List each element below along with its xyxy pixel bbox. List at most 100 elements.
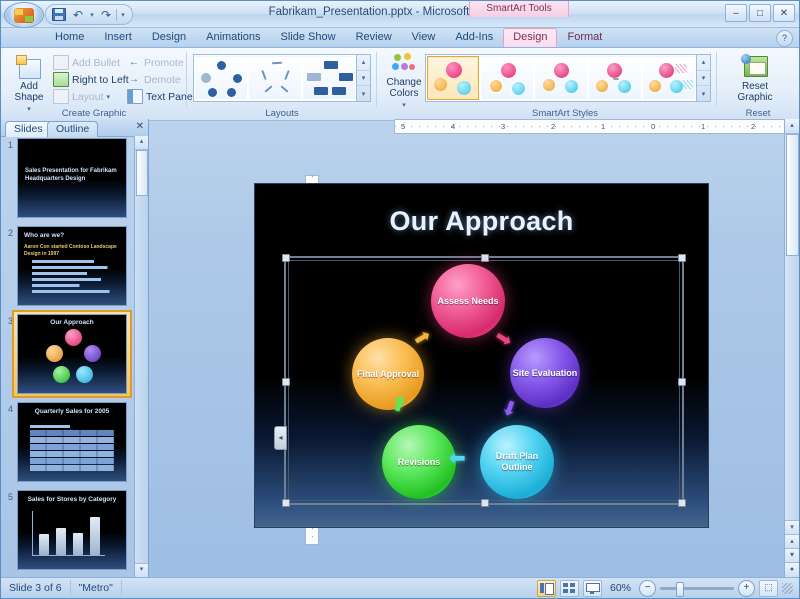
resize-handle-se[interactable] [678, 499, 686, 507]
minimize-button[interactable]: – [725, 4, 747, 22]
scroll-up-button[interactable]: ▴ [785, 119, 799, 134]
add-shape-button[interactable]: Add Shape ▾ [7, 52, 51, 113]
slide-vertical-scrollbar[interactable]: ▴ ▾ ▴ ▾ ● [784, 119, 799, 577]
resize-handle-ne[interactable] [678, 254, 686, 262]
styles-scroll-down[interactable]: ▾ [697, 71, 710, 87]
promote-button[interactable]: ← Promote [127, 54, 189, 71]
normal-view-button[interactable] [536, 579, 556, 597]
styles-more-button[interactable]: ▾ [697, 86, 710, 101]
resize-handle-nw[interactable] [282, 254, 290, 262]
thumb-canvas[interactable]: Sales for Stores by Category [17, 490, 127, 570]
slide-edit-area: 5 4 3 2 1 0 1 2 3 4 3 2 1 0 1 2 3 [150, 119, 799, 577]
thumbnail-scroll-thumb[interactable] [136, 150, 148, 196]
zoom-slider[interactable] [660, 581, 734, 597]
tab-slides[interactable]: Slides [5, 121, 52, 137]
select-browse-object-button[interactable]: ● [785, 562, 799, 577]
demote-button[interactable]: → Demote [127, 71, 189, 88]
tab-add-ins[interactable]: Add-Ins [445, 28, 503, 47]
smartart-node-draft-plan-outline[interactable]: Draft Plan Outline [480, 425, 554, 499]
layout-thumb-segmented-cycle[interactable] [249, 56, 301, 100]
slide-thumbnail-4[interactable]: 4 Quarterly Sales for 2005 [1, 400, 148, 488]
layouts-scroll-down[interactable]: ▾ [357, 71, 370, 87]
tab-insert[interactable]: Insert [94, 28, 142, 47]
tab-home[interactable]: Home [45, 28, 94, 47]
right-to-left-button[interactable]: Right to Left [53, 71, 129, 88]
thumb-canvas[interactable]: Sales Presentation for Fabrikam Headquar… [17, 138, 127, 218]
tab-review[interactable]: Review [346, 28, 402, 47]
tab-view[interactable]: View [402, 28, 446, 47]
resize-handle-s[interactable] [481, 499, 489, 507]
text-pane-button[interactable]: Text Pane [127, 88, 193, 105]
layouts-scroll-up[interactable]: ▴ [357, 55, 370, 71]
thumb-canvas[interactable]: Who are we? Aaron Con started Contoso La… [17, 226, 127, 306]
layout-button[interactable]: Layout ▾ [53, 88, 125, 105]
zoom-in-button[interactable]: + [738, 579, 755, 597]
slide-sorter-view-button[interactable] [559, 579, 579, 597]
zoom-level[interactable]: 60% [606, 580, 635, 596]
layouts-gallery[interactable]: ▴ ▾ ▾ [193, 54, 371, 102]
thumbnail-scroll-down[interactable]: ▾ [135, 563, 148, 577]
layout-thumb-block-cycle[interactable] [303, 56, 355, 100]
thumbnail-scroll-up[interactable]: ▴ [135, 136, 148, 150]
layouts-gallery-scrollbar[interactable]: ▴ ▾ ▾ [356, 55, 370, 101]
change-colors-button[interactable]: Change Colors ▾ [381, 52, 427, 111]
tab-smartart-format[interactable]: Format [557, 28, 612, 47]
maximize-button[interactable]: □ [749, 4, 771, 22]
tab-smartart-design[interactable]: Design [503, 28, 558, 47]
slide-thumbnail-2[interactable]: 2 Who are we? Aaron Con started Contoso … [1, 224, 148, 312]
tab-design[interactable]: Design [142, 28, 196, 47]
tab-outline[interactable]: Outline [47, 121, 99, 137]
smartart-style-moderate-effect[interactable] [589, 56, 641, 100]
zoom-out-button[interactable]: − [639, 579, 656, 597]
slide-thumbnail-3[interactable]: 3 Our Approach [1, 310, 148, 400]
fit-to-window-button[interactable]: ⬚ [759, 579, 778, 597]
smartart-styles-scrollbar[interactable]: ▴ ▾ ▾ [696, 55, 710, 101]
resize-handle-e[interactable] [678, 377, 686, 386]
theme-name[interactable]: "Metro" [71, 580, 122, 596]
resize-handle-sw[interactable] [282, 499, 290, 507]
scroll-thumb[interactable] [786, 134, 799, 256]
smartart-node-assess-needs[interactable]: Assess Needs [431, 264, 505, 338]
slide-indicator[interactable]: Slide 3 of 6 [1, 580, 71, 596]
horizontal-ruler[interactable]: 5 4 3 2 1 0 1 2 3 4 [394, 119, 785, 134]
text-pane-toggle[interactable]: ◂ [274, 426, 287, 450]
layouts-more-button[interactable]: ▾ [357, 86, 370, 101]
reset-graphic-button[interactable]: Reset Graphic [731, 52, 779, 103]
close-button[interactable]: ✕ [773, 4, 795, 22]
resize-grip[interactable] [782, 582, 793, 594]
smartart-style-white-outline[interactable] [481, 56, 533, 100]
chevron-down-icon: ▾ [106, 93, 111, 101]
smartart-node-site-evaluation[interactable]: Site Evaluation [510, 338, 580, 408]
chevron-down-icon: ▾ [402, 102, 406, 109]
scroll-down-button[interactable]: ▾ [785, 520, 799, 535]
layout-thumb-basic-cycle[interactable] [195, 56, 247, 100]
close-pane-button[interactable]: ✕ [136, 121, 144, 132]
thumb-canvas[interactable]: Our Approach [17, 314, 127, 394]
slide-title[interactable]: Our Approach [255, 206, 708, 237]
thumbnail-scrollbar[interactable]: ▴ ▾ [134, 136, 148, 577]
smartart-node-final-approval[interactable]: Final Approval [352, 338, 424, 410]
tab-slide-show[interactable]: Slide Show [271, 28, 346, 47]
notes-pane[interactable] [254, 537, 709, 577]
slide-thumbnail-5[interactable]: 5 Sales for Stores by Category [1, 488, 148, 576]
zoom-slider-knob[interactable] [676, 581, 684, 597]
smartart-node-revisions[interactable]: Revisions [382, 425, 456, 499]
help-button[interactable]: ? [776, 30, 793, 47]
slide-thumbnail-list[interactable]: 1 Sales Presentation for Fabrikam Headqu… [1, 136, 148, 577]
slide-thumbnail-1[interactable]: 1 Sales Presentation for Fabrikam Headqu… [1, 136, 148, 224]
smartart-styles-gallery[interactable]: ▴ ▾ ▾ [425, 54, 711, 102]
styles-scroll-up[interactable]: ▴ [697, 55, 710, 71]
resize-handle-n[interactable] [481, 254, 489, 262]
smartart-style-intense-effect[interactable] [643, 56, 695, 100]
resize-handle-w[interactable] [282, 377, 290, 386]
tab-animations[interactable]: Animations [196, 28, 270, 47]
add-bullet-button[interactable]: Add Bullet [53, 54, 125, 71]
smartart-placeholder-frame[interactable]: ◂ Assess Needs Site Evaluation Draft Pla… [274, 254, 686, 507]
slide-canvas[interactable]: Our Approach ◂ Assess Needs Site Evaluat… [254, 183, 709, 528]
smartart-style-subtle-effect[interactable] [535, 56, 587, 100]
next-slide-button[interactable]: ▾ [785, 548, 799, 563]
smartart-style-simple-fill[interactable] [427, 56, 479, 100]
thumb-canvas[interactable]: Quarterly Sales for 2005 [17, 402, 127, 482]
slide-show-view-button[interactable] [582, 579, 602, 597]
previous-slide-button[interactable]: ▴ [785, 534, 799, 549]
